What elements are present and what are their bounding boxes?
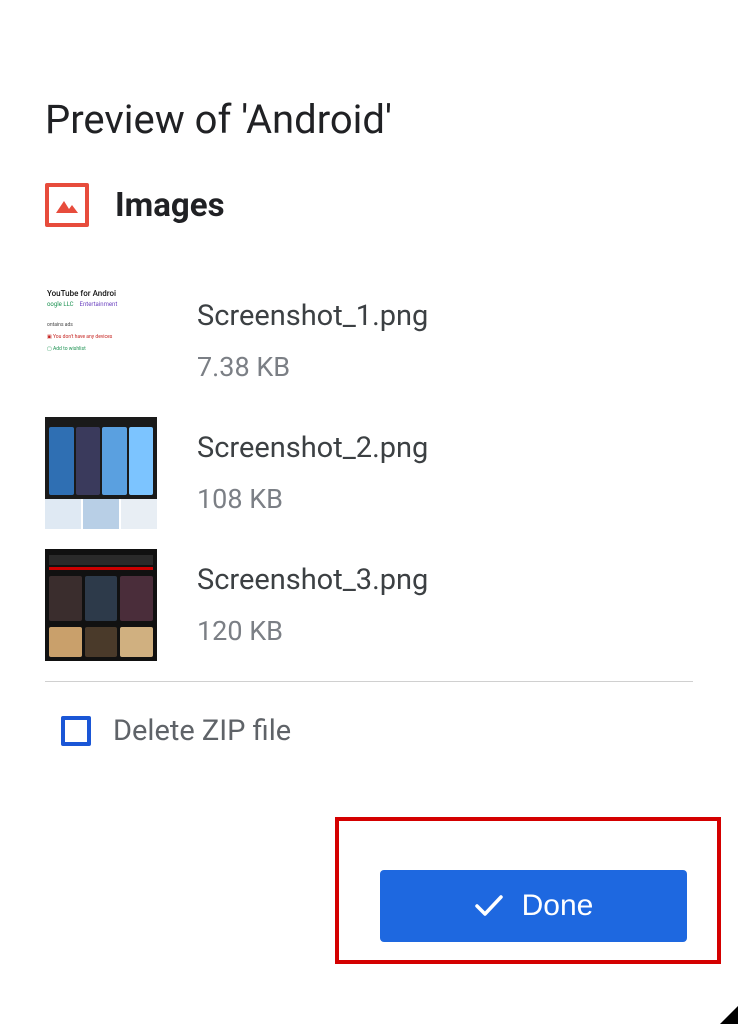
section-header: Images <box>45 183 693 227</box>
file-size: 120 KB <box>197 615 428 647</box>
done-button[interactable]: Done <box>380 870 687 942</box>
file-size: 7.38 KB <box>197 351 428 383</box>
file-row[interactable]: Screenshot_3.png 120 KB <box>45 549 693 661</box>
file-list: YouTube for Androi oogle LLCEntertainmen… <box>45 285 693 661</box>
check-icon <box>474 893 504 920</box>
image-icon <box>45 183 89 227</box>
delete-zip-label: Delete ZIP file <box>113 714 291 748</box>
delete-zip-checkbox[interactable] <box>61 716 91 746</box>
done-highlight-box: Done <box>335 817 721 964</box>
divider <box>45 681 693 682</box>
file-thumbnail <box>45 549 157 661</box>
file-name: Screenshot_1.png <box>197 299 428 333</box>
section-label: Images <box>115 186 225 225</box>
file-size: 108 KB <box>197 483 428 515</box>
page-title: Preview of 'Android' <box>45 96 693 143</box>
file-thumbnail <box>45 417 157 529</box>
resize-corner-icon <box>720 1006 738 1024</box>
file-name: Screenshot_2.png <box>197 431 428 465</box>
done-label: Done <box>522 889 594 923</box>
delete-zip-row[interactable]: Delete ZIP file <box>45 714 693 748</box>
file-name: Screenshot_3.png <box>197 563 428 597</box>
file-thumbnail: YouTube for Androi oogle LLCEntertainmen… <box>45 285 157 397</box>
file-row[interactable]: YouTube for Androi oogle LLCEntertainmen… <box>45 285 693 397</box>
file-row[interactable]: Screenshot_2.png 108 KB <box>45 417 693 529</box>
